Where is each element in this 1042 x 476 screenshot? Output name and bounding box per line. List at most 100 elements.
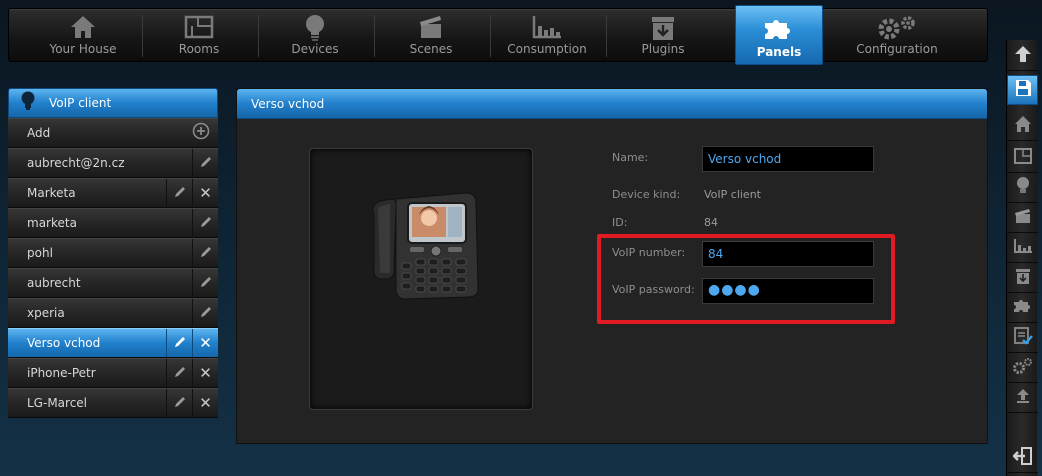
close-icon: ✕ bbox=[199, 184, 212, 202]
logout-button[interactable] bbox=[1007, 444, 1038, 473]
nav-your-house-label: Your House bbox=[49, 42, 117, 56]
nav-scenes[interactable]: Scenes bbox=[377, 9, 485, 61]
edit-button[interactable] bbox=[192, 299, 218, 327]
list-item[interactable]: pohl bbox=[8, 238, 218, 268]
nav-consumption[interactable]: Consumption bbox=[493, 9, 601, 61]
plus-circle-icon bbox=[192, 122, 210, 144]
list-item-label: LG-Marcel bbox=[27, 396, 88, 410]
pencil-icon bbox=[199, 304, 213, 323]
pencil-icon bbox=[173, 394, 187, 413]
device-detail-panel: Verso vchod Name: Verso vchod Device kin… bbox=[236, 88, 988, 444]
list-item-label: aubrecht@2n.cz bbox=[27, 156, 125, 170]
close-icon: ✕ bbox=[199, 334, 212, 352]
list-item[interactable]: marketa bbox=[8, 208, 218, 238]
quick-scenes-button[interactable] bbox=[1007, 204, 1038, 233]
quick-consumption-button[interactable] bbox=[1007, 234, 1038, 263]
add-client-button[interactable]: Add bbox=[8, 118, 218, 148]
add-icon-button[interactable] bbox=[184, 119, 218, 147]
edit-button[interactable] bbox=[192, 149, 218, 177]
detail-title: Verso vchod bbox=[251, 96, 325, 111]
nav-rooms-label: Rooms bbox=[178, 42, 220, 56]
nav-rooms[interactable]: Rooms bbox=[145, 9, 253, 61]
list-item[interactable]: Marketa ✕ bbox=[8, 178, 218, 208]
quick-plugins-button[interactable] bbox=[1007, 264, 1038, 293]
clapperboard-icon bbox=[1014, 208, 1032, 228]
scroll-up-button[interactable] bbox=[1007, 42, 1038, 71]
puzzle-icon bbox=[762, 16, 796, 46]
list-item[interactable]: aubrecht@2n.cz bbox=[8, 148, 218, 178]
quick-rooms-button[interactable] bbox=[1007, 144, 1038, 173]
lightbulb-icon bbox=[1016, 177, 1030, 199]
quick-checklist-button[interactable] bbox=[1007, 324, 1038, 353]
quick-configuration-button[interactable] bbox=[1007, 354, 1038, 383]
gears-icon bbox=[875, 14, 919, 44]
list-item-label: Marketa bbox=[27, 186, 76, 200]
quick-upload-button[interactable] bbox=[1007, 384, 1038, 413]
device-kind-label: Device kind: bbox=[612, 188, 681, 201]
download-box-icon bbox=[1014, 267, 1032, 289]
top-navigation: Your House Rooms Devices Scenes Consumpt… bbox=[8, 5, 988, 65]
list-item-label: iPhone-Petr bbox=[27, 366, 96, 380]
edit-button[interactable] bbox=[166, 329, 192, 357]
pencil-icon bbox=[173, 364, 187, 383]
list-header: VoIP client bbox=[8, 88, 218, 118]
device-kind-value: VoIP client bbox=[704, 188, 761, 201]
nav-plugins[interactable]: Plugins bbox=[609, 9, 717, 61]
edit-button[interactable] bbox=[166, 359, 192, 387]
list-item-label: marketa bbox=[27, 216, 77, 230]
nav-configuration-label: Configuration bbox=[856, 42, 938, 56]
checklist-icon bbox=[1013, 326, 1033, 350]
list-title: VoIP client bbox=[49, 96, 112, 110]
pencil-icon bbox=[199, 244, 213, 263]
nav-divider bbox=[606, 15, 607, 57]
nav-devices[interactable]: Devices bbox=[261, 9, 369, 61]
floorplan-icon bbox=[184, 14, 214, 44]
bar-chart-icon bbox=[531, 14, 563, 44]
list-item-label: aubrecht bbox=[27, 276, 81, 290]
list-item-label: Verso vchod bbox=[27, 336, 101, 350]
delete-button[interactable]: ✕ bbox=[192, 389, 218, 417]
nav-your-house[interactable]: Your House bbox=[29, 9, 137, 61]
close-icon: ✕ bbox=[199, 394, 212, 412]
quick-house-button[interactable] bbox=[1007, 112, 1038, 141]
edit-button[interactable] bbox=[166, 389, 192, 417]
list-item[interactable]: xperia bbox=[8, 298, 218, 328]
delete-button[interactable]: ✕ bbox=[192, 179, 218, 207]
pencil-icon bbox=[199, 154, 213, 173]
quick-panels-button[interactable] bbox=[1007, 294, 1038, 323]
nav-panels[interactable]: Panels bbox=[735, 5, 823, 65]
download-box-icon bbox=[649, 14, 677, 46]
delete-button[interactable]: ✕ bbox=[192, 329, 218, 357]
edit-button[interactable] bbox=[166, 179, 192, 207]
device-image-frame bbox=[309, 148, 533, 410]
house-icon bbox=[1014, 115, 1032, 137]
edit-button[interactable] bbox=[192, 269, 218, 297]
edit-button[interactable] bbox=[192, 209, 218, 237]
floppy-disk-icon bbox=[1014, 79, 1032, 101]
list-item[interactable]: iPhone-Petr ✕ bbox=[8, 358, 218, 388]
delete-button[interactable]: ✕ bbox=[192, 359, 218, 387]
nav-consumption-label: Consumption bbox=[507, 42, 587, 56]
highlight-annotation bbox=[597, 234, 895, 324]
list-item[interactable]: Verso vchod ✕ bbox=[8, 328, 218, 358]
nav-scenes-label: Scenes bbox=[409, 42, 453, 56]
voip-client-list-panel: VoIP client Add aubrecht@2n.cz Marketa ✕ ma… bbox=[8, 88, 218, 420]
list-item[interactable]: aubrecht bbox=[8, 268, 218, 298]
list-item[interactable]: LG-Marcel ✕ bbox=[8, 388, 218, 418]
pencil-icon bbox=[173, 184, 187, 203]
logout-icon bbox=[1011, 446, 1033, 470]
right-toolbar bbox=[1006, 40, 1038, 476]
add-label: Add bbox=[27, 126, 51, 140]
edit-button[interactable] bbox=[192, 239, 218, 267]
save-button[interactable] bbox=[1007, 75, 1038, 105]
clapperboard-icon bbox=[418, 14, 444, 44]
name-input[interactable] bbox=[702, 146, 874, 172]
pencil-icon bbox=[199, 214, 213, 233]
nav-divider bbox=[374, 15, 375, 57]
upload-icon bbox=[1015, 388, 1031, 408]
lightbulb-icon bbox=[21, 91, 35, 115]
bar-chart-icon bbox=[1013, 238, 1033, 258]
nav-configuration[interactable]: Configuration bbox=[837, 9, 957, 61]
nav-panels-label: Panels bbox=[756, 45, 802, 59]
quick-devices-button[interactable] bbox=[1007, 174, 1038, 203]
